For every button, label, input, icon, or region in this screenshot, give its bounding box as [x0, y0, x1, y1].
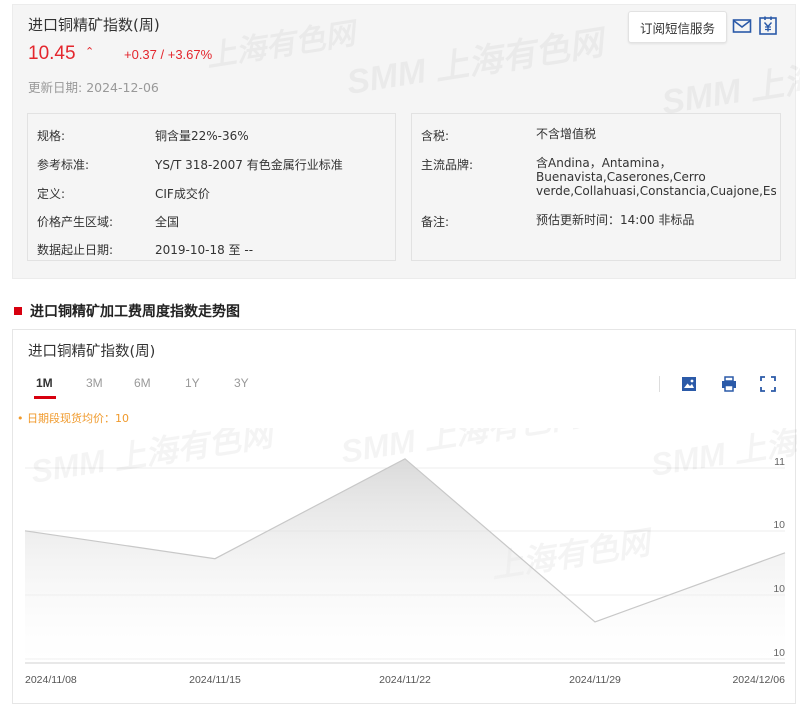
toolbar-divider	[659, 376, 660, 392]
chart-title: 进口铜精矿指数(周)	[28, 344, 156, 360]
tab-3y[interactable]: 3Y	[234, 376, 249, 390]
watermark: SMM 上海有色网	[28, 428, 279, 490]
x-tick-label: 2024/11/22	[379, 674, 431, 686]
spec-info-right: 含税: 不含增值税 主流品牌: 含Andina，Antamina，Buenavist…	[411, 113, 781, 261]
y-tick-label: 11	[774, 456, 785, 468]
red-square-icon	[14, 307, 22, 315]
x-tick-label: 2024/11/08	[25, 674, 77, 686]
up-arrow-icon: ⌃	[85, 45, 95, 58]
tab-1y[interactable]: 1Y	[185, 376, 200, 390]
print-icon[interactable]	[720, 375, 738, 393]
tab-1m[interactable]: 1M	[36, 376, 53, 390]
mail-icon[interactable]	[732, 16, 752, 36]
y-tick-label: 10	[773, 519, 785, 531]
index-header-panel: 进口铜精矿指数(周) 10.45 ⌃ +0.37 / +3.67% 更新日期: …	[12, 4, 796, 279]
save-image-icon[interactable]	[680, 375, 698, 393]
y-tick-label: 10	[773, 647, 785, 659]
fullscreen-icon[interactable]	[759, 375, 777, 393]
price-yuan-icon[interactable]	[758, 16, 778, 36]
x-tick-label: 2024/11/15	[189, 674, 241, 686]
x-tick-label: 2024/11/29	[569, 674, 621, 686]
price-change: +0.37 / +3.67%	[124, 47, 213, 62]
current-price: 10.45	[28, 43, 76, 64]
average-price-note: • 日期段现货均价：10	[17, 412, 129, 425]
price-area-chart: SMM 上海有色网 SMM 上海有色网 SMM 上海有色网上海有色网 2024/11…	[24, 428, 797, 686]
y-tick-label: 10	[773, 583, 785, 595]
tab-6m[interactable]: 6M	[134, 376, 151, 390]
index-title: 进口铜精矿指数(周)	[28, 16, 160, 34]
tab-3m[interactable]: 3M	[86, 376, 103, 390]
watermark: SMM 上海有色网	[338, 428, 589, 470]
x-tick-label: 2024/12/06	[732, 674, 785, 686]
spec-info-left: 规格: 铜含量22%-36% 参考标准: YS/T 318-2007 有色金属行业标…	[27, 113, 396, 261]
subscribe-sms-button[interactable]: 订阅短信服务	[628, 11, 727, 43]
section-title: 进口铜精矿加工费周度指数走势图	[14, 301, 240, 321]
update-date: 更新日期: 2024-12-06	[28, 80, 159, 95]
active-tab-indicator	[34, 396, 56, 399]
chart-panel: 进口铜精矿指数(周) 1M 3M 6M 1Y 3Y • 日期段现货均价：10 S…	[12, 329, 797, 704]
series-area	[25, 458, 785, 663]
